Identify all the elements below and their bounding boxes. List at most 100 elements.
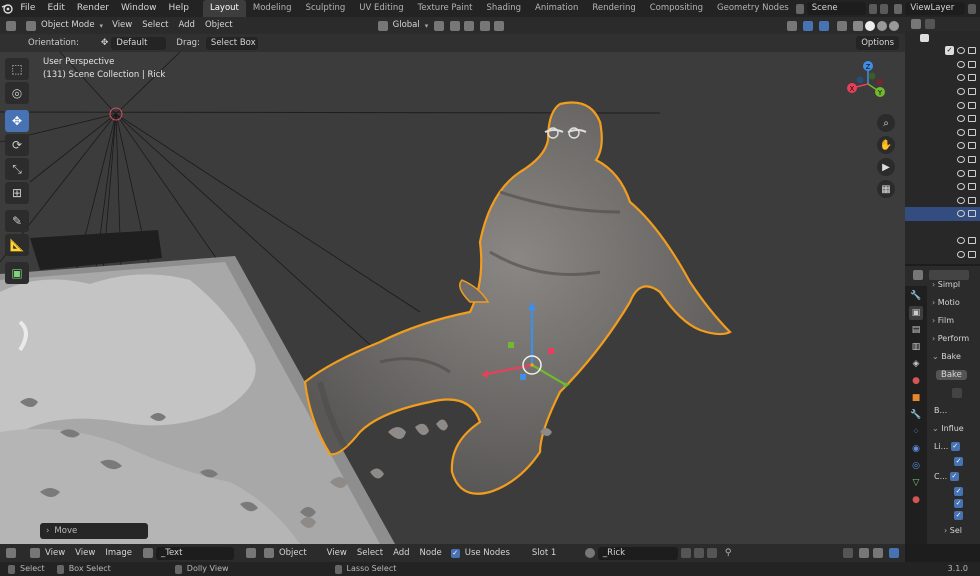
node-editor-type-icon[interactable] [245,548,256,558]
cursor-tool-icon[interactable]: ◎ [5,82,29,104]
use-nodes-checkbox[interactable]: ✓ [450,548,460,558]
navigation-gizmo[interactable]: Z Y X [844,60,892,108]
outliner-editor-icon[interactable] [911,19,921,29]
panel-motion-blur[interactable]: Motio [938,298,960,307]
outliner[interactable]: ✓ [905,17,980,264]
scene-icon[interactable] [795,3,804,14]
shading-wireframe-icon[interactable] [853,20,863,31]
shading-material-icon[interactable] [877,20,887,31]
camera-icon[interactable] [968,88,976,96]
camera-icon[interactable] [968,115,976,123]
unlink-material-icon[interactable] [706,548,717,558]
tab-modeling[interactable]: Modeling [246,0,299,17]
drag-dropdown[interactable]: Select Box [205,36,258,50]
node-snap-target-icon[interactable] [873,548,883,558]
blender-logo-icon[interactable] [0,3,14,14]
last-operator-panel[interactable]: › Move [40,523,148,539]
menu-node-add[interactable]: Add [388,544,414,562]
menu-help[interactable]: Help [162,0,195,17]
constraints-tab-icon[interactable]: ◎ [909,459,923,473]
measure-tool-icon[interactable]: 📐 [5,234,29,256]
tab-rendering[interactable]: Rendering [585,0,642,17]
transform-tool-icon[interactable]: ⊞ [5,182,29,204]
camera-icon[interactable] [968,142,976,150]
tab-uv-editing[interactable]: UV Editing [352,0,410,17]
properties-editor-icon[interactable] [913,270,923,280]
transform-orientation-dropdown[interactable]: Global [388,17,425,34]
eye-icon[interactable] [957,169,965,177]
add-cube-tool-icon[interactable]: ▣ [5,262,29,284]
selected-to-active-label[interactable]: Sel [950,526,962,535]
zoom-icon[interactable]: ⌕ [877,114,895,132]
fake-user-icon[interactable] [680,548,691,558]
falloff-icon[interactable] [494,20,505,31]
image-browse-icon[interactable] [142,548,153,558]
new-scene-icon[interactable] [869,3,878,14]
eye-icon[interactable] [957,196,965,204]
tab-layout[interactable]: Layout [202,0,246,17]
bake-option-box[interactable] [952,387,962,398]
move-tool-icon[interactable]: ✥ [5,110,29,132]
pin-icon[interactable]: ⚲ [725,548,732,558]
camera-icon[interactable] [968,250,976,258]
pivot-icon[interactable] [434,20,445,31]
material-browse-icon[interactable] [584,548,595,558]
particles-tab-icon[interactable]: ⁘ [909,425,923,439]
eye-icon[interactable] [957,101,965,109]
snap-icon[interactable] [450,20,461,31]
image-editor-type-icon[interactable] [6,548,16,558]
panel-performance[interactable]: Perform [938,334,969,343]
menu-node-select[interactable]: Select [352,544,388,562]
object-mode-icon[interactable] [26,20,36,31]
physics-tab-icon[interactable]: ◉ [909,442,923,456]
select-box-tool-icon[interactable]: ⬚ [5,58,29,80]
eye-icon[interactable] [957,60,965,68]
lighting-checkbox[interactable]: ✓ [950,442,960,451]
view-layer-field[interactable]: ViewLayer [905,2,965,15]
node-overlay-icon[interactable] [889,548,899,558]
menu-edit[interactable]: Edit [41,0,70,17]
menu-add[interactable]: Add [173,17,199,34]
render-tab-icon[interactable]: ▣ [909,306,923,320]
eye-icon[interactable] [957,47,965,55]
view-layer-tab-icon[interactable]: ▥ [909,340,923,354]
camera-icon[interactable] [968,128,976,136]
eye-icon[interactable] [957,74,965,82]
menu-render[interactable]: Render [71,0,115,17]
tool-tab-icon[interactable]: 🔧 [909,289,923,303]
outliner-filter-icon[interactable] [925,19,935,29]
orientation-dropdown[interactable]: Default [111,36,167,50]
menu-image[interactable]: Image [100,544,137,562]
image-name-field[interactable]: _Text [155,546,234,560]
eye-icon[interactable] [957,210,965,218]
data-tab-icon[interactable]: ▽ [909,476,923,490]
proportional-edit-icon[interactable] [480,20,491,31]
3d-viewport[interactable]: Z Y X ⌕ ✋ ▶ ▦ User Perspective (131) Sce… [0,52,905,544]
gizmo-toggle-icon[interactable] [803,20,813,31]
tab-compositing[interactable]: Compositing [643,0,710,17]
tab-geometry-nodes[interactable]: Geometry Nodes [710,0,796,17]
eye-icon[interactable] [957,183,965,191]
menu-window[interactable]: Window [115,0,163,17]
camera-icon[interactable] [968,101,976,109]
eye-icon[interactable] [957,237,965,245]
camera-icon[interactable] [968,210,976,218]
view-mode-icon[interactable] [30,548,40,558]
new-view-layer-icon[interactable] [967,3,976,14]
object-shader-dropdown[interactable]: Object [274,544,312,562]
node-snap-icon[interactable] [859,548,869,558]
visibility-icon[interactable] [787,20,797,31]
menu-object[interactable]: Object [200,17,238,34]
eye-icon[interactable] [957,115,965,123]
panel-simplify[interactable]: Simpl [938,280,960,289]
menu-node[interactable]: Node [415,544,447,562]
eye-icon[interactable] [957,250,965,258]
delete-scene-icon[interactable] [880,3,889,14]
panel-bake[interactable]: Bake [941,352,961,361]
outliner-row-selected[interactable] [905,207,980,221]
slot-dropdown[interactable]: Slot 1 [526,546,579,560]
panel-film[interactable]: Film [938,316,954,325]
image-view-dropdown[interactable]: View [40,544,70,562]
material-tab-icon[interactable]: ● [909,493,923,507]
camera-icon[interactable] [968,47,976,55]
